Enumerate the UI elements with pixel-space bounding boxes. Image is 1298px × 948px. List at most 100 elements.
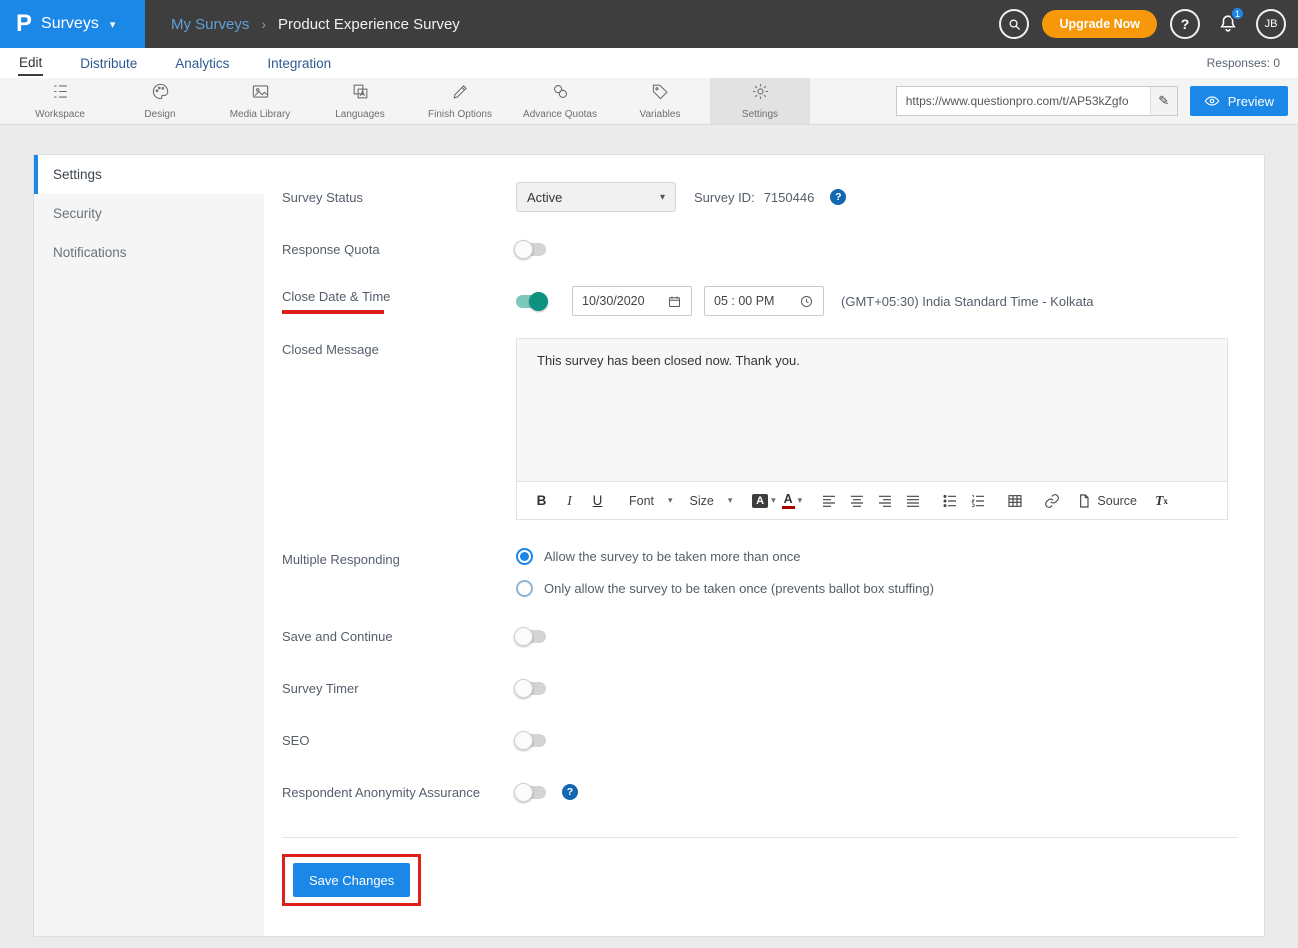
survey-status-select[interactable]: Active ▾ (516, 182, 676, 212)
edit-url-button[interactable]: ✎ (1150, 87, 1177, 115)
underline-button[interactable]: U (585, 488, 610, 513)
insert-link-button[interactable] (1039, 488, 1064, 513)
tab-edit[interactable]: Edit (18, 51, 43, 76)
avatar[interactable]: JB (1256, 9, 1286, 39)
chevron-down-icon: ▾ (660, 192, 665, 203)
toolbar-item-finish-options[interactable]: Finish Options (410, 78, 510, 124)
annotation-red-underline: Close Date & Time (282, 289, 516, 314)
annotation-red-box: Save Changes (282, 854, 421, 906)
survey-timer-toggle[interactable] (516, 682, 546, 695)
remove-format-sub: x (1163, 496, 1168, 506)
closed-message-textarea[interactable]: This survey has been closed now. Thank y… (517, 339, 1227, 481)
seo-label: SEO (282, 733, 516, 748)
pencil-icon: ✎ (1158, 93, 1169, 109)
toolbar-item-languages[interactable]: Languages (310, 78, 410, 124)
anonymity-label: Respondent Anonymity Assurance (282, 785, 516, 800)
toggle-knob (529, 292, 548, 311)
toggle-knob (514, 679, 533, 698)
align-justify-button[interactable] (900, 488, 925, 513)
tab-distribute[interactable]: Distribute (79, 52, 138, 75)
form-divider (282, 837, 1238, 838)
product-switcher[interactable]: P Surveys ▾ (0, 0, 145, 48)
bullet-list-icon (942, 493, 958, 509)
font-select[interactable]: Font▾ (622, 488, 680, 513)
bullet-list-button[interactable] (937, 488, 962, 513)
source-button[interactable]: Source (1076, 488, 1137, 513)
align-left-icon (821, 493, 837, 509)
sidebar-item-notifications[interactable]: Notifications (34, 233, 264, 272)
background-color-button[interactable]: A▾ (751, 488, 776, 513)
radio-allow-multiple[interactable]: Allow the survey to be taken more than o… (516, 548, 934, 565)
align-right-button[interactable] (872, 488, 897, 513)
numbered-list-button[interactable] (965, 488, 990, 513)
numbered-list-icon (970, 493, 986, 509)
italic-button[interactable]: I (557, 488, 582, 513)
row-multiple-responding: Multiple Responding Allow the survey to … (282, 548, 1238, 597)
chevron-down-icon: ▾ (798, 495, 803, 506)
align-left-button[interactable] (816, 488, 841, 513)
toolbar-item-label: Media Library (230, 109, 291, 120)
survey-id-help-icon[interactable]: ? (830, 189, 846, 205)
search-button[interactable] (999, 9, 1029, 39)
tab-analytics[interactable]: Analytics (174, 52, 230, 75)
close-date-input[interactable] (582, 294, 658, 308)
toolbar-item-workspace[interactable]: Workspace (10, 78, 110, 124)
seo-toggle[interactable] (516, 734, 546, 747)
help-button[interactable]: ? (1170, 9, 1200, 39)
sidebar-item-settings[interactable]: Settings (34, 155, 264, 194)
multiple-responding-options: Allow the survey to be taken more than o… (516, 548, 934, 597)
toolbar-item-advance-quotas[interactable]: Advance Quotas (510, 78, 610, 124)
close-time-box (704, 286, 824, 316)
toggle-knob (514, 240, 533, 259)
breadcrumb-separator-icon: › (261, 16, 266, 32)
close-date-time-toggle[interactable] (516, 295, 546, 308)
breadcrumb: My Surveys › Product Experience Survey (171, 16, 460, 33)
multiple-responding-label: Multiple Responding (282, 548, 516, 567)
workspace-icon (51, 82, 70, 106)
eye-icon (1204, 93, 1220, 109)
row-closed-message: Closed Message This survey has been clos… (282, 338, 1238, 520)
radio-allow-once[interactable]: Only allow the survey to be taken once (… (516, 580, 934, 597)
close-date-time-label: Close Date & Time (282, 289, 516, 314)
sidebar-item-label: Security (53, 206, 102, 221)
breadcrumb-my-surveys[interactable]: My Surveys (171, 16, 249, 33)
toolbar-item-variables[interactable]: Variables (610, 78, 710, 124)
text-color-button[interactable]: A▾ (779, 488, 804, 513)
survey-url-input[interactable] (897, 94, 1150, 108)
sidebar-item-label: Notifications (53, 245, 127, 260)
sidebar-item-security[interactable]: Security (34, 194, 264, 233)
toolbar-item-settings[interactable]: Settings (710, 78, 810, 124)
toolbar-item-media-library[interactable]: Media Library (210, 78, 310, 124)
questionpro-logo: P (16, 12, 32, 36)
row-survey-timer: Survey Timer (282, 673, 1238, 703)
insert-table-button[interactable] (1002, 488, 1027, 513)
row-seo: SEO (282, 725, 1238, 755)
notification-badge: 1 (1230, 6, 1245, 21)
anonymity-help-icon[interactable]: ? (562, 784, 578, 800)
remove-format-button[interactable]: Tx (1149, 488, 1174, 513)
breadcrumb-current: Product Experience Survey (278, 16, 460, 33)
radio-icon (516, 580, 533, 597)
size-select[interactable]: Size▾ (683, 488, 740, 513)
chevron-down-icon: ▾ (771, 495, 776, 506)
save-and-continue-toggle[interactable] (516, 630, 546, 643)
tab-integration[interactable]: Integration (266, 52, 332, 75)
save-changes-button[interactable]: Save Changes (293, 863, 410, 897)
align-center-button[interactable] (844, 488, 869, 513)
languages-icon (351, 82, 370, 106)
notifications-button[interactable]: 1 (1213, 9, 1243, 39)
anonymity-toggle[interactable] (516, 786, 546, 799)
close-time-input[interactable] (714, 294, 790, 308)
settings-card: Settings Security Notifications Survey S… (33, 154, 1265, 937)
preview-button[interactable]: Preview (1190, 86, 1288, 116)
upgrade-now-button[interactable]: Upgrade Now (1042, 10, 1157, 38)
toolbar-item-label: Variables (640, 109, 681, 120)
closed-message-text: This survey has been closed now. Thank y… (537, 353, 1207, 368)
settings-gear-icon (751, 82, 770, 106)
close-date-box (572, 286, 692, 316)
size-select-label: Size (690, 494, 714, 508)
remove-format-icon: T (1155, 493, 1163, 509)
bold-button[interactable]: B (529, 488, 554, 513)
response-quota-toggle[interactable] (516, 243, 546, 256)
toolbar-item-design[interactable]: Design (110, 78, 210, 124)
